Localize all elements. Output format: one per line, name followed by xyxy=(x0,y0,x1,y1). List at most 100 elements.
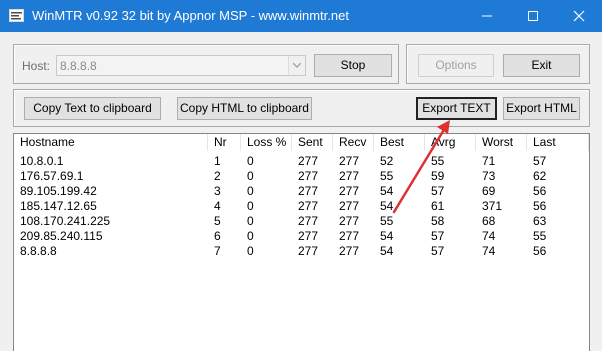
host-combobox[interactable]: 8.8.8.8 xyxy=(56,55,306,76)
cell-loss: 0 xyxy=(247,214,254,228)
title-bar[interactable]: WinMTR v0.92 32 bit by Appnor MSP - www.… xyxy=(0,0,602,32)
close-button[interactable] xyxy=(556,0,602,32)
cell-nr: 5 xyxy=(214,214,221,228)
cell-recv: 277 xyxy=(339,184,360,198)
cell-worst: 371 xyxy=(482,199,503,213)
cell-avrg: 55 xyxy=(431,154,445,168)
minimize-icon xyxy=(482,15,492,17)
cell-hostname: 209.85.240.115 xyxy=(20,229,103,243)
column-header-sent[interactable]: Sent xyxy=(292,134,333,151)
column-header-nr[interactable]: Nr xyxy=(208,134,241,151)
cell-sent: 277 xyxy=(298,184,319,198)
host-value: 8.8.8.8 xyxy=(60,59,97,73)
cell-last: 62 xyxy=(533,169,547,183)
app-icon xyxy=(9,9,24,22)
cell-loss: 0 xyxy=(247,184,254,198)
stop-button[interactable]: Stop xyxy=(314,54,392,77)
cell-recv: 277 xyxy=(339,244,360,258)
cell-best: 54 xyxy=(380,199,394,213)
cell-loss: 0 xyxy=(247,199,254,213)
column-header-loss[interactable]: Loss % xyxy=(241,134,292,151)
cell-last: 56 xyxy=(533,199,547,213)
cell-worst: 68 xyxy=(482,214,496,228)
cell-avrg: 59 xyxy=(431,169,445,183)
export-text-button[interactable]: Export TEXT xyxy=(416,97,497,120)
cell-last: 63 xyxy=(533,214,547,228)
cell-worst: 74 xyxy=(482,229,496,243)
cell-hostname: 89.105.199.42 xyxy=(20,184,97,198)
cell-nr: 6 xyxy=(214,229,221,243)
maximize-button[interactable] xyxy=(510,0,556,32)
results-list[interactable]: Hostname Nr Loss % Sent Recv Best Avrg W… xyxy=(13,133,590,351)
table-row[interactable]: 185.147.12.65 4 0 277 277 54 61 371 56 xyxy=(14,199,589,214)
cell-loss: 0 xyxy=(247,154,254,168)
cell-best: 54 xyxy=(380,184,394,198)
cell-nr: 2 xyxy=(214,169,221,183)
chevron-down-icon xyxy=(293,63,301,68)
cell-recv: 277 xyxy=(339,169,360,183)
cell-best: 52 xyxy=(380,154,394,168)
column-header-recv[interactable]: Recv xyxy=(333,134,374,151)
options-button[interactable]: Options xyxy=(418,54,494,77)
cell-worst: 71 xyxy=(482,154,496,168)
host-label: Host: xyxy=(22,59,51,73)
cell-loss: 0 xyxy=(247,169,254,183)
column-header-hostname[interactable]: Hostname xyxy=(14,134,208,151)
cell-hostname: 176.57.69.1 xyxy=(20,169,84,183)
cell-sent: 277 xyxy=(298,154,319,168)
cell-hostname: 185.147.12.65 xyxy=(20,199,97,213)
export-html-button[interactable]: Export HTML xyxy=(503,97,580,120)
cell-best: 54 xyxy=(380,229,394,243)
table-row[interactable]: 209.85.240.115 6 0 277 277 54 57 74 55 xyxy=(14,229,589,244)
host-dropdown-button[interactable] xyxy=(288,56,305,75)
cell-avrg: 57 xyxy=(431,244,445,258)
cell-worst: 69 xyxy=(482,184,496,198)
cell-sent: 277 xyxy=(298,169,319,183)
winmtr-window: WinMTR v0.92 32 bit by Appnor MSP - www.… xyxy=(0,0,602,351)
cell-loss: 0 xyxy=(247,244,254,258)
cell-nr: 7 xyxy=(214,244,221,258)
cell-worst: 73 xyxy=(482,169,496,183)
cell-recv: 277 xyxy=(339,199,360,213)
cell-recv: 277 xyxy=(339,214,360,228)
cell-hostname: 10.8.0.1 xyxy=(20,154,64,168)
cell-loss: 0 xyxy=(247,229,254,243)
table-row[interactable]: 89.105.199.42 3 0 277 277 54 57 69 56 xyxy=(14,184,589,199)
table-row[interactable]: 108.170.241.225 5 0 277 277 55 58 68 63 xyxy=(14,214,589,229)
cell-avrg: 57 xyxy=(431,184,445,198)
cell-last: 57 xyxy=(533,154,547,168)
cell-nr: 4 xyxy=(214,199,221,213)
cell-last: 56 xyxy=(533,244,547,258)
column-header-avrg[interactable]: Avrg xyxy=(425,134,476,151)
table-row[interactable]: 10.8.0.1 1 0 277 277 52 55 71 57 xyxy=(14,154,589,169)
cell-nr: 1 xyxy=(214,154,221,168)
cell-sent: 277 xyxy=(298,244,319,258)
cell-worst: 74 xyxy=(482,244,496,258)
cell-avrg: 57 xyxy=(431,229,445,243)
cell-hostname: 108.170.241.225 xyxy=(20,214,111,228)
list-header: Hostname Nr Loss % Sent Recv Best Avrg W… xyxy=(14,134,589,151)
column-header-best[interactable]: Best xyxy=(374,134,425,151)
table-row[interactable]: 8.8.8.8 7 0 277 277 54 57 74 56 xyxy=(14,244,589,259)
copy-html-button[interactable]: Copy HTML to clipboard xyxy=(177,97,312,120)
cell-nr: 3 xyxy=(214,184,221,198)
exit-button[interactable]: Exit xyxy=(503,54,580,77)
cell-best: 55 xyxy=(380,169,394,183)
minimize-button[interactable] xyxy=(464,0,510,32)
column-header-worst[interactable]: Worst xyxy=(476,134,527,151)
table-row[interactable]: 176.57.69.1 2 0 277 277 55 59 73 62 xyxy=(14,169,589,184)
cell-recv: 277 xyxy=(339,229,360,243)
cell-last: 56 xyxy=(533,184,547,198)
cell-avrg: 58 xyxy=(431,214,445,228)
window-title: WinMTR v0.92 32 bit by Appnor MSP - www.… xyxy=(32,8,349,23)
cell-recv: 277 xyxy=(339,154,360,168)
cell-best: 54 xyxy=(380,244,394,258)
maximize-icon xyxy=(528,11,538,21)
column-header-last[interactable]: Last xyxy=(527,134,589,151)
copy-text-button[interactable]: Copy Text to clipboard xyxy=(24,97,161,120)
cell-best: 55 xyxy=(380,214,394,228)
cell-hostname: 8.8.8.8 xyxy=(20,244,57,258)
cell-sent: 277 xyxy=(298,229,319,243)
cell-last: 55 xyxy=(533,229,547,243)
close-icon xyxy=(573,10,585,22)
